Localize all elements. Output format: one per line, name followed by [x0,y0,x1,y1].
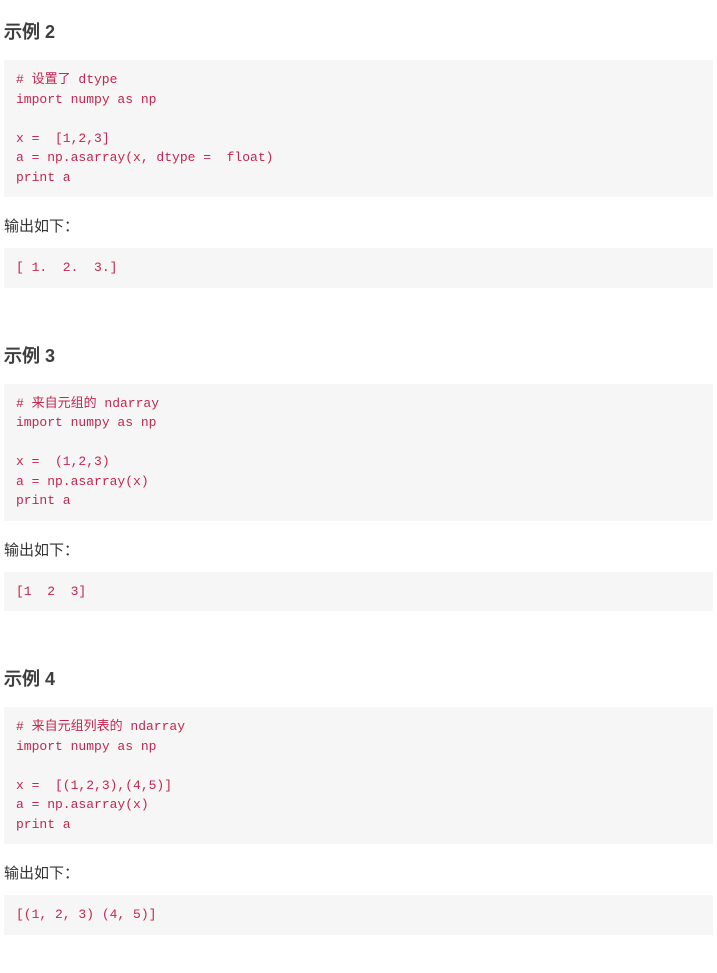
output-block: [1 2 3] [4,572,713,612]
document-page: 示例 2 # 设置了 dtype import numpy as np x = … [0,0,717,973]
output-block: [(1, 2, 3) (4, 5)] [4,895,713,935]
code-block: # 来自元组列表的 ndarray import numpy as np x =… [4,707,713,844]
section-gap [4,306,713,332]
code-block: # 来自元组的 ndarray import numpy as np x = (… [4,384,713,521]
code-block: # 设置了 dtype import numpy as np x = [1,2,… [4,60,713,197]
output-block: [ 1. 2. 3.] [4,248,713,288]
output-label: 输出如下： [4,862,713,883]
output-label: 输出如下： [4,215,713,236]
example-heading: 示例 3 [4,342,713,368]
section-gap [4,629,713,655]
example-heading: 示例 4 [4,665,713,691]
output-label: 输出如下： [4,539,713,560]
example-heading: 示例 2 [4,18,713,44]
